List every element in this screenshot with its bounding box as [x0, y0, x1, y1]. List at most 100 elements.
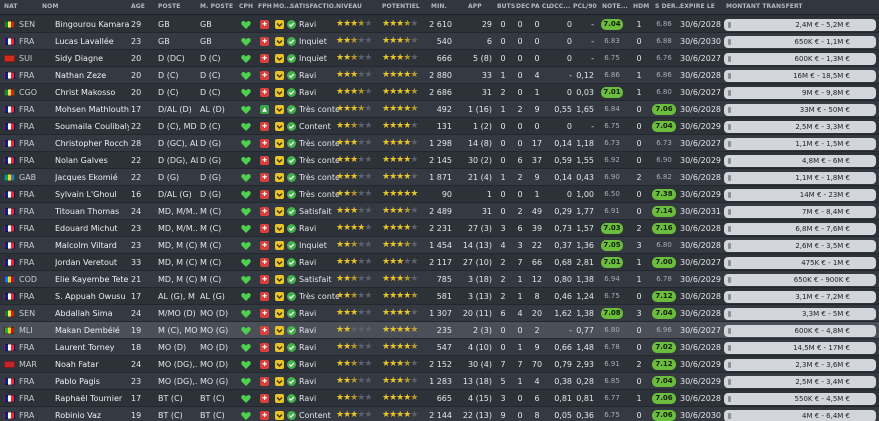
player-age: 24 [131, 360, 142, 369]
player-main-position: D (C) [200, 88, 221, 97]
player-main-position: M (C) [200, 224, 222, 233]
table-row[interactable]: MLI Makan Dembélé 19 M (C), MO...MO (G) ✚ Rav… [0, 322, 879, 339]
table-row[interactable]: FRA Sylvain L'Ghoul 16 D/AL (G) D (G) ✚ Très c… [0, 186, 879, 203]
chances-created: 0 [566, 122, 572, 131]
table-row[interactable]: FRA Raphaël Tournier 17 BT (C) BT (C) ✚ Ravi ★★… [0, 390, 879, 407]
table-row[interactable]: SEN Abdallah Sima 24 M/MO (D) MO (D) ✚ Ravi ★★★… [0, 305, 879, 322]
average-rating-badge: 6.50 [604, 190, 620, 198]
table-row[interactable]: FRA Mohsen Mathlouthi 17 D/AL (D) AL (D) ▲ Trè… [0, 101, 879, 118]
mood-icon [275, 360, 284, 369]
col-potentiel[interactable]: POTENTIEL [382, 3, 420, 10]
col-niveau[interactable]: NIVEAU [336, 3, 362, 10]
col-s-der[interactable]: S DER... [655, 3, 680, 10]
minutes-played: 2 152 [429, 360, 452, 369]
col-cph[interactable]: CPH [239, 3, 253, 10]
heart-icon [241, 20, 251, 30]
current-ability-stars: ★★★★★ [336, 36, 372, 47]
table-row[interactable]: FRA Soumaila Coulibaly 22 D (C), MD D (C) ✚ Co… [0, 118, 879, 135]
satisfaction-icon [287, 292, 296, 301]
table-row[interactable]: FRA Laurent Torney 18 MO (D) MO (D) ✚ Ravi ★★★★… [0, 339, 879, 356]
last-season-rating-badge: 7.06 [652, 410, 676, 421]
star-icon: ★ [364, 410, 372, 420]
table-row[interactable]: FRA Malcolm Viltard 23 MD, M (C) M (C) ✚ Inqui… [0, 237, 879, 254]
satisfaction-icon [287, 241, 296, 250]
flag-icon [4, 123, 15, 130]
col-occ[interactable]: OCC... [549, 3, 573, 10]
average-rating-badge: 6.83 [604, 37, 620, 45]
satisfaction-icon [287, 377, 296, 386]
table-row[interactable]: FRA Jordan Veretout 33 MD, M (C) M (C) ✚ Ravi ★… [0, 254, 879, 271]
player-name: Robinio Vaz [55, 411, 102, 420]
key-passes: 2 [534, 326, 540, 335]
player-name: Bingourou Kamara [55, 20, 129, 29]
col-fph[interactable]: FPH [258, 3, 272, 10]
transfer-value-bar: 16M € - 18,5M € [724, 70, 876, 82]
mood-icon [275, 343, 284, 352]
col-expire[interactable]: EXPIRE LE [680, 3, 715, 10]
satisfaction-label: Très content [299, 190, 339, 199]
player-position: MO (D) [158, 343, 187, 352]
table-row[interactable]: FRA Edouard Michut 23 MD, M/M... M (C) ✚ Ravi ★… [0, 220, 879, 237]
nationality: FRA [19, 71, 35, 80]
player-main-position: D (G) [200, 173, 222, 182]
table-row[interactable]: SEN Bingourou Kamara 29 GB GB ✚ Ravi ★★★★★ ★★★★★… [0, 16, 879, 33]
nationality: FRA [19, 37, 35, 46]
goals: 0 [500, 207, 506, 216]
table-row[interactable]: FRA Titouan Thomas 24 MD, M/M... M (C) ✚ Satis… [0, 203, 879, 220]
flag-status-icon: ✚ [260, 343, 269, 352]
player-main-position: D (C) [200, 54, 221, 63]
table-row[interactable]: FRA Christopher Rocchia28 D (GC), AL...D (… [0, 135, 879, 152]
col-poste[interactable]: POSTE [158, 3, 181, 10]
col-nom[interactable]: NOM [42, 3, 58, 10]
table-row[interactable]: FRA Robinio Vaz 19 BT (C) BT (C) ✚ Content ★★★★… [0, 407, 879, 421]
player-of-match: 1 [636, 258, 642, 267]
heart-icon [241, 105, 251, 115]
col-m-poste[interactable]: M. POSTE [200, 3, 233, 10]
star-icon: ★ [350, 274, 358, 284]
heart-icon [241, 394, 251, 404]
table-row[interactable]: FRA Nathan Zeze 20 D (C) D (C) ✚ Ravi ★★★★★ ★★★★… [0, 67, 879, 84]
mood-icon [275, 88, 284, 97]
assists: 0 [517, 88, 523, 97]
key-passes-per-90: 1,24 [576, 292, 594, 301]
col-satisfaction[interactable]: SATISFACTIO... [290, 3, 336, 10]
transfer-value-bar: 2,5M € - 3,3M € [724, 121, 876, 133]
col-mo[interactable]: MO... [273, 3, 291, 10]
minutes-played: 1 454 [429, 241, 452, 250]
table-row[interactable]: FRAPablo Pagis23MO (DG),...MO (G)✚Ravi★★… [0, 373, 879, 390]
heart-icon [241, 88, 251, 98]
player-of-match: 0 [636, 122, 642, 131]
mood-icon [275, 394, 284, 403]
star-icon: ★ [364, 291, 372, 301]
table-row[interactable]: CGO Christ Makosso 20 D (C) D (C) ✚ Ravi ★★★★★ ★… [0, 84, 879, 101]
col-hdm[interactable]: HDM [633, 3, 649, 10]
flag-status-icon: ✚ [260, 54, 269, 63]
table-row[interactable]: FRA S. Appuah Owusu 17 AL (G), M (...AL (G)… [0, 288, 879, 305]
transfer-value-bar: 4,8M € - 6M € [724, 155, 876, 167]
col-dec[interactable]: DÉC [516, 3, 530, 10]
player-position: AL (G), M (... [158, 292, 198, 301]
table-row[interactable]: MARNoah Fatar24MO (DG),...MO (D)✚Ravi★★★… [0, 356, 879, 373]
table-row[interactable]: GAB Jacques Ekomié 22 D (G) D (G) ✚ Très conte… [0, 169, 879, 186]
potential-ability-stars: ★★★★★ [382, 257, 418, 268]
appearances: 27 (3) [467, 224, 492, 233]
col-age[interactable]: ÂGE [131, 3, 145, 10]
current-ability-stars: ★★★★★ [336, 223, 372, 234]
table-row[interactable]: SUI Sidy Diagne 20 D (DC) D (C) ✚ Inquiet ★★★★★… [0, 50, 879, 67]
appearances: 2 (3) [473, 326, 492, 335]
table-row[interactable]: FRA Nolan Galves 22 D (DG), AL...D (G) ✚ Très… [0, 152, 879, 169]
chances-created: 0,46 [554, 292, 572, 301]
table-row[interactable]: COD Elie Kayembe Tete 21 MD, M (C) M (C) ✚ Sat… [0, 271, 879, 288]
appearances: 1 (16) [467, 105, 492, 114]
col-transfert[interactable]: MONTANT TRANSFERT [726, 3, 803, 10]
key-passes: 9 [534, 343, 540, 352]
col-nat[interactable]: NAT [4, 3, 18, 10]
col-min[interactable]: MIN. [431, 3, 447, 10]
col-pa-cl[interactable]: PA CL [531, 3, 550, 10]
col-buts[interactable]: BUTS [497, 3, 515, 10]
minutes-played: 90 [441, 190, 452, 199]
table-row[interactable]: FRA Lucas Lavallée 23 GB GB ✚ Inquiet ★★★★★ ★★★★… [0, 33, 879, 50]
col-app[interactable]: APP [468, 3, 482, 10]
col-pcl90[interactable]: PCL/90 [573, 3, 597, 10]
col-note[interactable]: NOTE... [602, 3, 628, 10]
